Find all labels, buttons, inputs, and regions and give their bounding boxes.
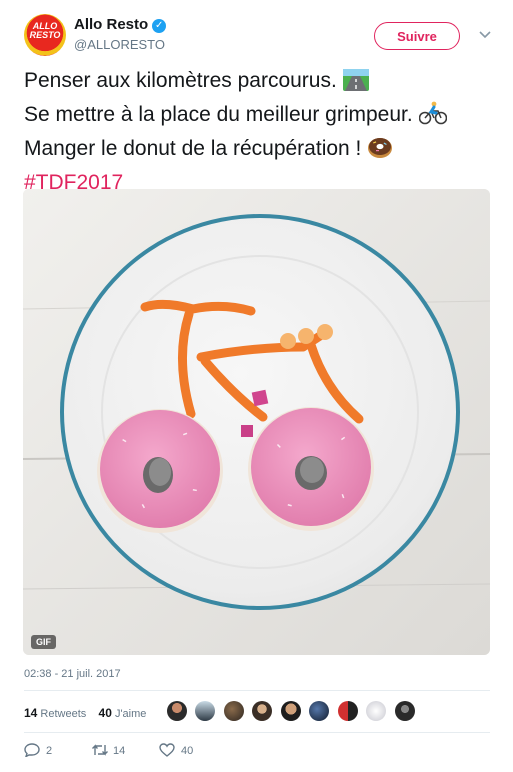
likes-count: 40 — [98, 706, 112, 720]
author-names[interactable]: Allo Resto ✓ @ALLORESTO — [74, 16, 167, 52]
tweet-text-line-2: Se mettre à la place du meilleur grimpeu… — [24, 100, 494, 134]
liker-avatars — [167, 701, 419, 723]
follow-button[interactable]: Suivre — [374, 22, 460, 50]
retweets-label: Retweets — [40, 708, 87, 720]
donut-wheel-right — [248, 407, 374, 531]
road-emoji-icon — [342, 69, 369, 100]
author-handle[interactable]: @ALLORESTO — [74, 37, 166, 52]
divider — [24, 732, 490, 733]
liker-avatar[interactable] — [394, 701, 415, 721]
author-avatar[interactable]: ALLO RESTO — [24, 14, 66, 56]
retweet-count: 14 — [113, 745, 126, 757]
retweets-stat[interactable]: 14 Retweets — [24, 706, 87, 720]
liker-avatar[interactable] — [366, 701, 387, 721]
tweet-text-line-1-text: Penser aux kilomètres parcourus. — [24, 69, 337, 92]
liker-avatar[interactable] — [195, 701, 216, 721]
liker-avatar[interactable] — [223, 701, 244, 721]
liker-avatar[interactable] — [280, 701, 301, 721]
like-count: 40 — [181, 745, 194, 757]
like-icon — [159, 743, 175, 757]
retweets-count: 14 — [24, 706, 38, 720]
verified-badge-icon: ✓ — [152, 19, 167, 33]
tweet-stats: 14 Retweets 40 J'aime — [24, 706, 146, 720]
tweet-text-line-1: Penser aux kilomètres parcourus. — [24, 66, 494, 100]
likes-stat[interactable]: 40 J'aime — [98, 706, 147, 720]
avatar-logo-text: ALLO RESTO — [24, 22, 66, 40]
liker-avatar[interactable] — [337, 701, 358, 721]
media-illustration — [23, 189, 490, 655]
tweet-media-gif[interactable]: GIF — [23, 189, 490, 655]
tweet-text-line-2-text: Se mettre à la place du meilleur grimpeu… — [24, 103, 413, 126]
tweet-timestamp[interactable]: 02:38 - 21 juil. 2017 — [24, 668, 121, 680]
divider — [24, 690, 490, 691]
retweet-button[interactable]: 14 — [91, 743, 125, 757]
tweet-text: Penser aux kilomètres parcourus. Se mett… — [24, 66, 494, 198]
author-display-name[interactable]: Allo Resto — [74, 16, 148, 33]
liker-avatar[interactable] — [309, 701, 330, 721]
chevron-down-icon[interactable] — [479, 28, 491, 42]
reply-icon — [24, 743, 40, 758]
cyclist-emoji-icon — [418, 101, 447, 134]
retweet-icon — [91, 743, 108, 757]
reply-button[interactable]: 2 — [24, 743, 53, 758]
liker-avatar[interactable] — [167, 701, 187, 721]
liker-avatar[interactable] — [252, 701, 273, 721]
tweet-text-line-3: Manger le donut de la récupération ! — [24, 134, 494, 168]
tweet-text-line-3-text: Manger le donut de la récupération ! — [24, 137, 362, 160]
donut-wheel-left — [97, 409, 223, 533]
likes-label: J'aime — [114, 708, 147, 720]
avatar-logo-line-2: RESTO — [29, 30, 61, 40]
donut-emoji-icon — [367, 135, 393, 168]
gif-badge: GIF — [31, 635, 56, 649]
reply-count: 2 — [46, 745, 53, 757]
like-button[interactable]: 40 — [159, 743, 193, 757]
tweet-header: ALLO RESTO Allo Resto ✓ @ALLORESTO Suivre — [24, 14, 494, 58]
